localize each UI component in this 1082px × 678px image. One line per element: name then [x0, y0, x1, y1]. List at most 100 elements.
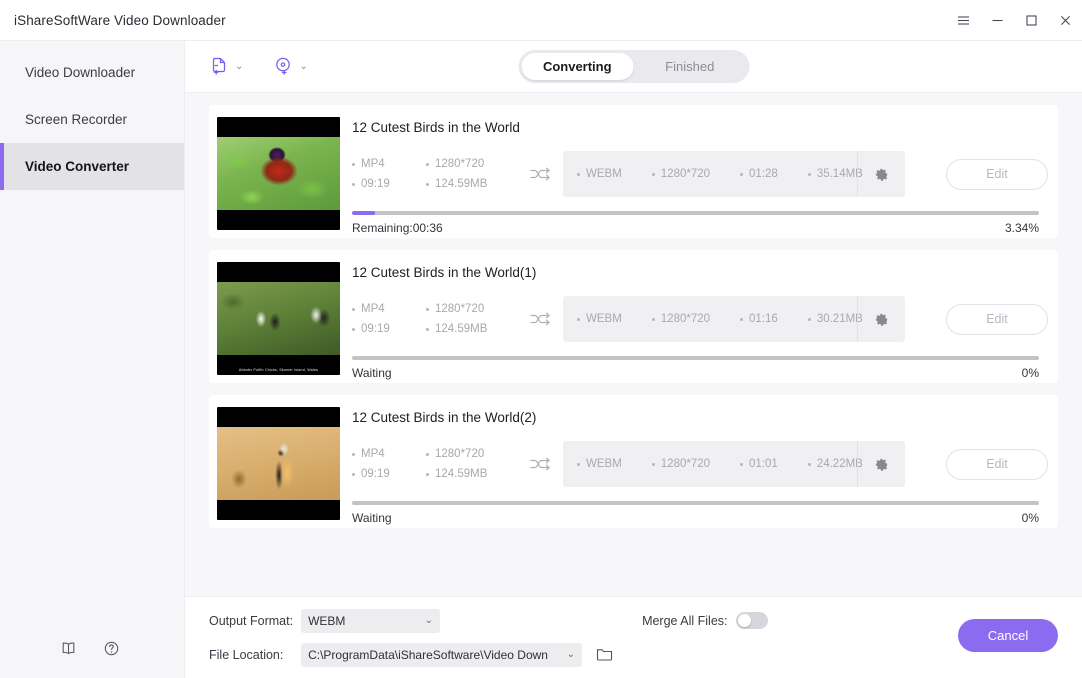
output-format-select[interactable]: WEBM ⌄ — [301, 609, 440, 633]
conversion-list: 12 Cutest Birds in the World MP4 1280*72… — [185, 93, 1082, 596]
conversion-card[interactable]: 12 Cutest Birds in the World(2) MP4 1280… — [209, 395, 1058, 528]
source-size: 124.59MB — [426, 323, 517, 335]
bullet-icon — [808, 318, 811, 321]
card-status-row: Remaining:00:36 3.34% — [352, 221, 1039, 235]
close-icon[interactable] — [1048, 0, 1082, 41]
source-format: MP4 — [352, 448, 426, 460]
settings-gear-icon[interactable] — [857, 441, 905, 487]
settings-gear-icon[interactable] — [857, 296, 905, 342]
minimize-icon[interactable] — [980, 0, 1014, 41]
video-thumbnail[interactable] — [217, 117, 340, 230]
target-format-box[interactable]: WEBM 1280*720 01:28 35.14MB — [563, 151, 905, 197]
source-size-value: 124.59MB — [435, 323, 487, 335]
tab-finished[interactable]: Finished — [634, 53, 747, 80]
add-disc-button[interactable]: ⌄ — [273, 56, 307, 77]
edit-button[interactable]: Edit — [946, 449, 1048, 480]
source-meta: MP4 1280*720 09:19 124.59MB — [352, 158, 517, 190]
source-resolution: 1280*720 — [426, 158, 517, 170]
source-format-value: MP4 — [361, 448, 385, 460]
target-duration: 01:28 — [740, 168, 778, 180]
bullet-icon — [652, 463, 655, 466]
browse-folder-button[interactable] — [596, 647, 767, 662]
sidebar-item-label: Video Converter — [25, 159, 129, 174]
sidebar-item-label: Screen Recorder — [25, 112, 127, 127]
folder-icon — [596, 647, 613, 662]
menu-icon[interactable] — [946, 0, 980, 41]
sidebar-item-screen-recorder[interactable]: Screen Recorder — [0, 96, 184, 143]
bullet-icon — [426, 183, 429, 186]
bullet-icon — [426, 473, 429, 476]
target-resolution: 1280*720 — [652, 168, 710, 180]
sidebar-item-video-converter[interactable]: Video Converter — [0, 143, 184, 190]
window-controls — [946, 0, 1082, 41]
bullet-icon — [808, 173, 811, 176]
output-format-label: Output Format: — [209, 614, 293, 628]
tab-label: Converting — [543, 59, 612, 74]
bullet-icon — [352, 183, 355, 186]
source-size: 124.59MB — [426, 178, 517, 190]
window-title: iShareSoftWare Video Downloader — [14, 13, 226, 28]
conversion-card[interactable]: 12 Cutest Birds in the World MP4 1280*72… — [209, 105, 1058, 238]
target-resolution-value: 1280*720 — [661, 458, 710, 470]
target-duration-value: 01:16 — [749, 313, 778, 325]
file-location-select[interactable]: C:\ProgramData\iShareSoftware\Video Down… — [301, 643, 582, 667]
thumbnail-image — [217, 427, 340, 500]
bullet-icon — [577, 173, 580, 176]
bullet-icon — [426, 308, 429, 311]
bullet-icon — [740, 318, 743, 321]
conversion-card[interactable]: Atlantic Puffin Chicks, Skomer Island, W… — [209, 250, 1058, 383]
progress-bar — [352, 211, 1039, 215]
bullet-icon — [352, 308, 355, 311]
source-resolution-value: 1280*720 — [435, 303, 484, 315]
source-duration-value: 09:19 — [361, 178, 390, 190]
bottom-bar: Output Format: WEBM ⌄ Merge All Files: F… — [185, 596, 1082, 678]
bullet-icon — [577, 318, 580, 321]
target-size: 35.14MB — [808, 168, 863, 180]
add-file-icon — [209, 56, 230, 77]
maximize-icon[interactable] — [1014, 0, 1048, 41]
main-panel: ⌄ ⌄ Converting — [185, 41, 1082, 678]
status-text: Waiting — [352, 366, 392, 380]
target-format-box[interactable]: WEBM 1280*720 01:01 24.22MB — [563, 441, 905, 487]
edit-button[interactable]: Edit — [946, 159, 1048, 190]
progress-percent: 0% — [1022, 511, 1039, 525]
target-duration: 01:01 — [740, 458, 778, 470]
source-resolution: 1280*720 — [426, 303, 517, 315]
sidebar-item-video-downloader[interactable]: Video Downloader — [0, 49, 184, 96]
edit-button-label: Edit — [986, 457, 1008, 471]
card-title: 12 Cutest Birds in the World(1) — [352, 265, 1048, 280]
target-size: 24.22MB — [808, 458, 863, 470]
bullet-icon — [426, 163, 429, 166]
toggle-knob — [738, 614, 751, 627]
help-icon[interactable] — [103, 640, 120, 657]
convert-arrows-icon — [517, 164, 563, 184]
video-thumbnail[interactable] — [217, 407, 340, 520]
tab-converting[interactable]: Converting — [521, 53, 634, 80]
card-meta-row: MP4 1280*720 09:19 124.59MB — [352, 148, 1048, 200]
target-resolution: 1280*720 — [652, 313, 710, 325]
progress-bar — [352, 501, 1039, 505]
chevron-down-icon: ⌄ — [567, 649, 575, 660]
chevron-down-icon: ⌄ — [299, 62, 307, 72]
target-resolution-value: 1280*720 — [661, 313, 710, 325]
add-disc-icon — [273, 56, 294, 77]
target-format-box[interactable]: WEBM 1280*720 01:16 30.21MB — [563, 296, 905, 342]
settings-gear-icon[interactable] — [857, 151, 905, 197]
source-meta: MP4 1280*720 09:19 124.59MB — [352, 448, 517, 480]
target-size-value: 35.14MB — [817, 168, 863, 180]
merge-all-files-toggle[interactable] — [736, 612, 768, 629]
target-format-value: WEBM — [586, 458, 622, 470]
card-meta-row: MP4 1280*720 09:19 124.59MB — [352, 438, 1048, 490]
status-text: Waiting — [352, 511, 392, 525]
source-meta: MP4 1280*720 09:19 124.59MB — [352, 303, 517, 335]
source-resolution: 1280*720 — [426, 448, 517, 460]
cancel-button[interactable]: Cancel — [958, 619, 1058, 652]
book-icon[interactable] — [60, 640, 77, 657]
card-meta-row: MP4 1280*720 09:19 124.59MB — [352, 293, 1048, 345]
card-body: 12 Cutest Birds in the World(1) MP4 1280… — [340, 262, 1058, 383]
edit-button[interactable]: Edit — [946, 304, 1048, 335]
video-thumbnail[interactable]: Atlantic Puffin Chicks, Skomer Island, W… — [217, 262, 340, 375]
target-format: WEBM — [577, 168, 622, 180]
merge-all-files-label: Merge All Files: — [642, 614, 727, 628]
add-file-button[interactable]: ⌄ — [209, 56, 243, 77]
